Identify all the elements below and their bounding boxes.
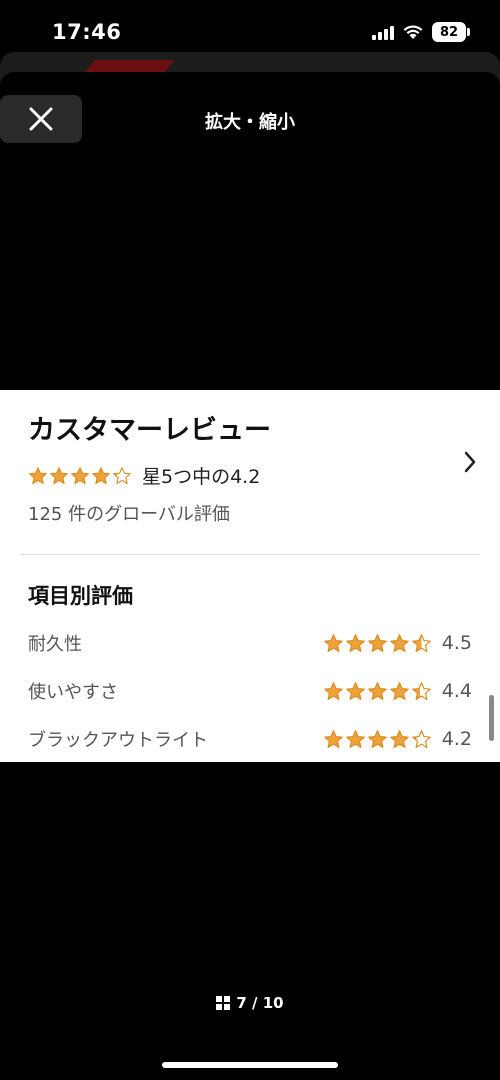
star-icon [346,681,365,700]
star-icon [71,466,89,484]
global-rating-count: 125 件のグローバル評価 [28,504,230,525]
criteria-value: 4.5 [441,632,472,654]
criteria-heading: 項目別評価 [28,584,133,608]
criteria-score: 4.4 [323,680,472,702]
star-icon [324,729,343,748]
status-icons: 82 [372,22,470,42]
star-icon [368,681,387,700]
star-icon [346,633,365,652]
star-icon [412,633,431,652]
criteria-value: 4.2 [441,728,472,750]
grid-icon [216,996,231,1010]
star-icon [412,681,431,700]
star-icon [390,633,409,652]
criteria-label: ブラックアウトライト [28,730,208,751]
signal-icon [372,24,394,40]
star-icon [368,729,387,748]
criteria-score: 4.2 [323,728,472,750]
scrollbar[interactable] [489,695,494,741]
criteria-stars [323,681,432,702]
star-icon [324,633,343,652]
criteria-label: 使いやすさ [28,682,118,703]
overall-rating-text: 星5つ中の4.2 [142,466,261,488]
battery-icon: 82 [432,22,470,42]
page-indicator: 7 / 10 [0,994,500,1012]
modal-title: 拡大・縮小 [205,112,295,133]
criteria-value: 4.4 [441,680,472,702]
page-indicator-text: 7 / 10 [236,994,284,1012]
star-icon [113,466,131,484]
divider [20,554,480,555]
criteria-row-ease-of-use: 使いやすさ 4.4 [28,678,472,708]
star-icon [92,466,110,484]
zoomed-review-image[interactable]: カスタマーレビュー 星5つ中の4.2 125 件のグローバル評価 項目別評価 耐… [0,390,500,762]
star-icon [390,681,409,700]
criteria-label: 耐久性 [28,634,82,655]
criteria-stars [323,729,432,750]
star-icon [50,466,68,484]
star-icon [390,729,409,748]
overall-rating: 星5つ中の4.2 [28,462,260,489]
home-indicator[interactable] [162,1062,338,1068]
criteria-row-durability: 耐久性 4.5 [28,630,472,660]
star-icon [412,729,431,748]
criteria-row-blackout-light: ブラックアウトライト 4.2 [28,726,472,756]
wifi-icon [402,24,424,40]
star-icon [29,466,47,484]
overall-stars [28,466,132,486]
chevron-right-icon [462,450,478,478]
criteria-stars [323,633,432,654]
star-icon [324,681,343,700]
star-icon [346,729,365,748]
status-time: 17:46 [52,20,122,44]
review-heading: カスタマーレビュー [28,415,271,446]
star-icon [368,633,387,652]
criteria-score: 4.5 [323,632,472,654]
